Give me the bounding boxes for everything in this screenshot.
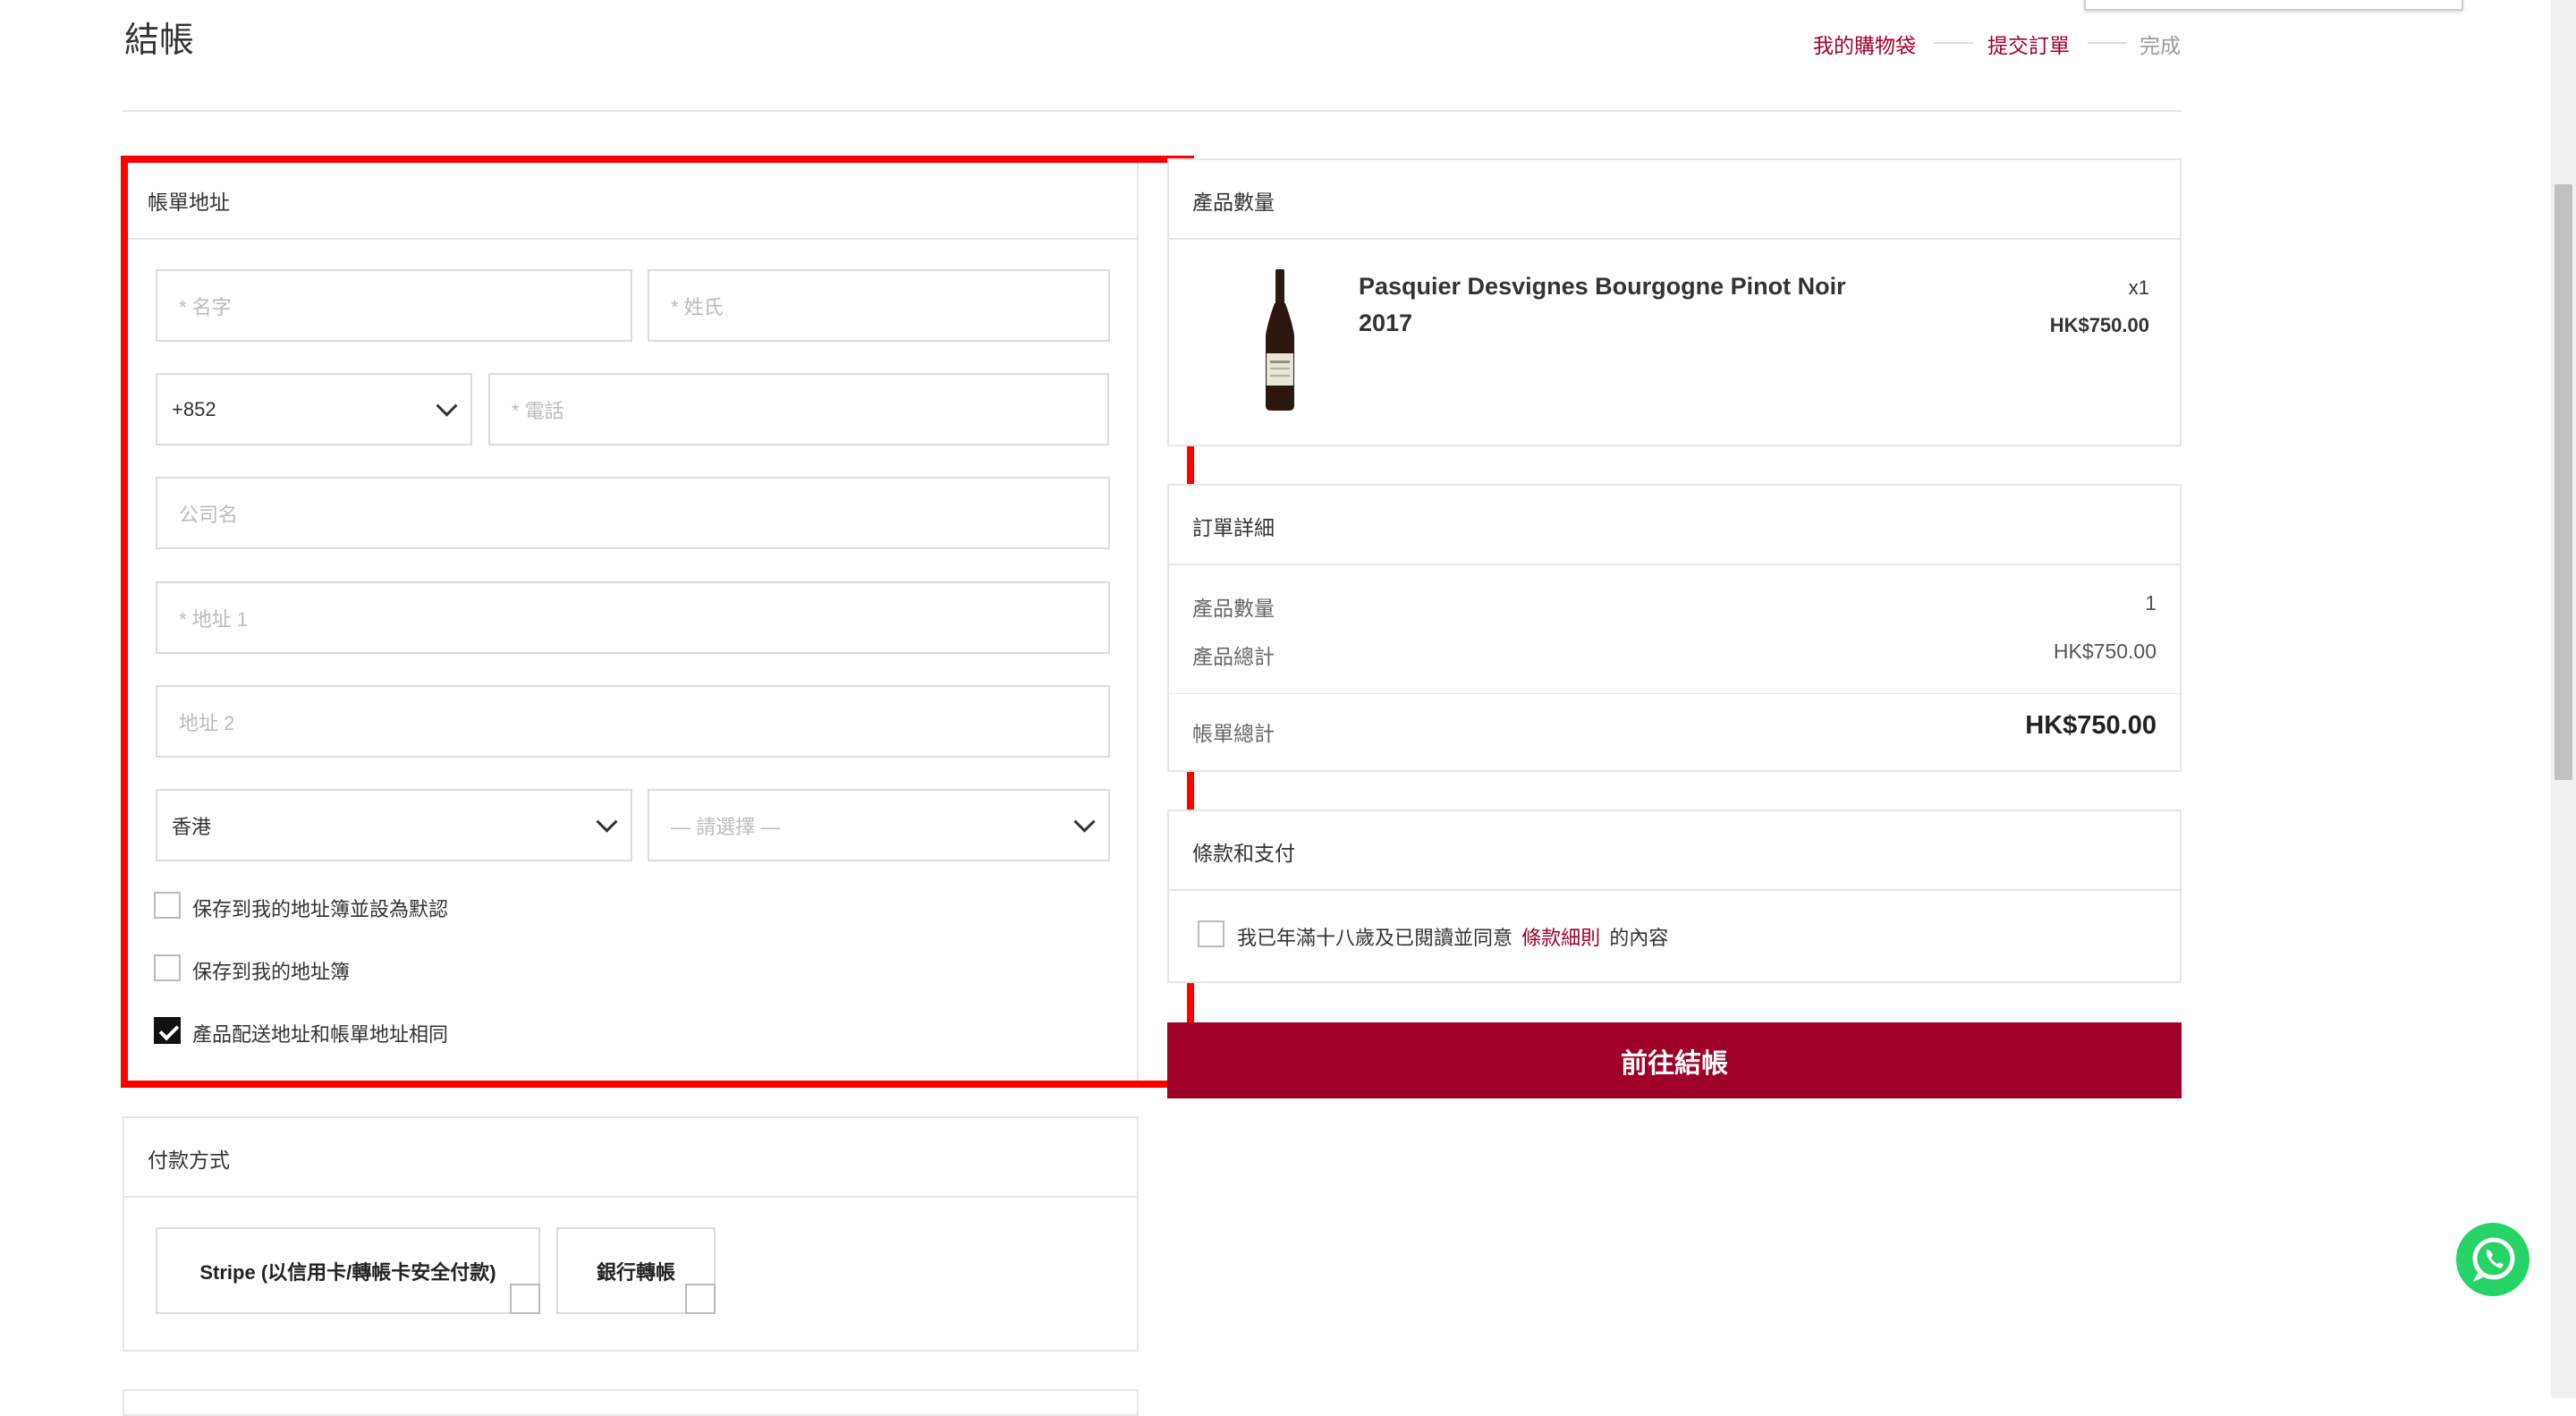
- header-divider: [123, 110, 2182, 112]
- top-dropdown-edge: [2084, 0, 2463, 11]
- product-qty: x1: [2128, 276, 2149, 299]
- card-divider: [124, 1196, 1137, 1198]
- step-cart[interactable]: 我的購物袋: [1813, 29, 1916, 59]
- wine-bottle-icon: [1266, 269, 1294, 411]
- step-submit-order[interactable]: 提交訂單: [1987, 29, 2070, 59]
- order-details-card: 訂單詳細 產品數量 1 產品總計 HK$750.00 帳單總計 HK$750.0…: [1167, 484, 2182, 772]
- card-divider: [1169, 889, 2180, 891]
- card-divider: [1169, 564, 2180, 565]
- payment-method-card: 付款方式 Stripe (以信用卡/轉帳卡安全付款) 銀行轉帳: [123, 1116, 1139, 1352]
- terms-checkbox[interactable]: [1198, 920, 1224, 947]
- page-title: 結帳: [124, 21, 195, 60]
- bank-transfer-option[interactable]: 銀行轉帳: [556, 1227, 716, 1314]
- product-price: HK$750.00: [2049, 314, 2149, 336]
- step-divider: [2088, 42, 2127, 44]
- card-divider: [1169, 238, 2180, 240]
- order-subtotal-label: 產品總計: [1192, 645, 1275, 668]
- products-card: 產品數量 Pasquier Desvignes Bourgogne Pinot …: [1167, 158, 2182, 446]
- terms-title: 條款和支付: [1192, 842, 1295, 865]
- checkout-button[interactable]: 前往結帳: [1167, 1022, 2182, 1098]
- scrollbar-thumb[interactable]: [2555, 184, 2572, 780]
- whatsapp-icon: [2472, 1237, 2515, 1282]
- stripe-payment-option[interactable]: Stripe (以信用卡/轉帳卡安全付款): [156, 1227, 540, 1314]
- terms-card: 條款和支付 我已年滿十八歲及已閱讀並同意 條款細則 的內容: [1167, 810, 2182, 983]
- bank-transfer-radio[interactable]: [685, 1284, 716, 1314]
- payment-title: 付款方式: [148, 1149, 230, 1172]
- bank-transfer-label: 銀行轉帳: [596, 1260, 675, 1284]
- order-qty-label: 產品數量: [1192, 597, 1275, 620]
- step-complete: 完成: [2140, 34, 2181, 57]
- next-card-edge: [123, 1389, 1139, 1416]
- stripe-radio[interactable]: [510, 1284, 540, 1314]
- card-divider: [1169, 693, 2180, 694]
- terms-text: 我已年滿十八歲及已閱讀並同意 條款細則 的內容: [1237, 922, 1668, 951]
- highlight-box: [121, 156, 1194, 1088]
- order-total-label: 帳單總計: [1192, 722, 1275, 745]
- stripe-label: Stripe (以信用卡/轉帳卡安全付款): [199, 1260, 496, 1284]
- order-subtotal-value: HK$750.00: [2053, 640, 2157, 663]
- order-qty-value: 1: [2145, 591, 2157, 615]
- terms-prefix: 我已年滿十八歲及已閱讀並同意: [1237, 927, 1513, 949]
- step-divider: [1934, 42, 1973, 44]
- order-total-value: HK$750.00: [2025, 711, 2157, 740]
- terms-link[interactable]: 條款細則: [1521, 927, 1600, 949]
- product-name[interactable]: Pasquier Desvignes Bourgogne Pinot Noir …: [1359, 268, 1860, 342]
- terms-suffix: 的內容: [1609, 927, 1669, 949]
- order-title: 訂單詳細: [1192, 516, 1275, 539]
- products-title: 產品數量: [1192, 191, 1275, 214]
- whatsapp-button[interactable]: [2456, 1223, 2529, 1296]
